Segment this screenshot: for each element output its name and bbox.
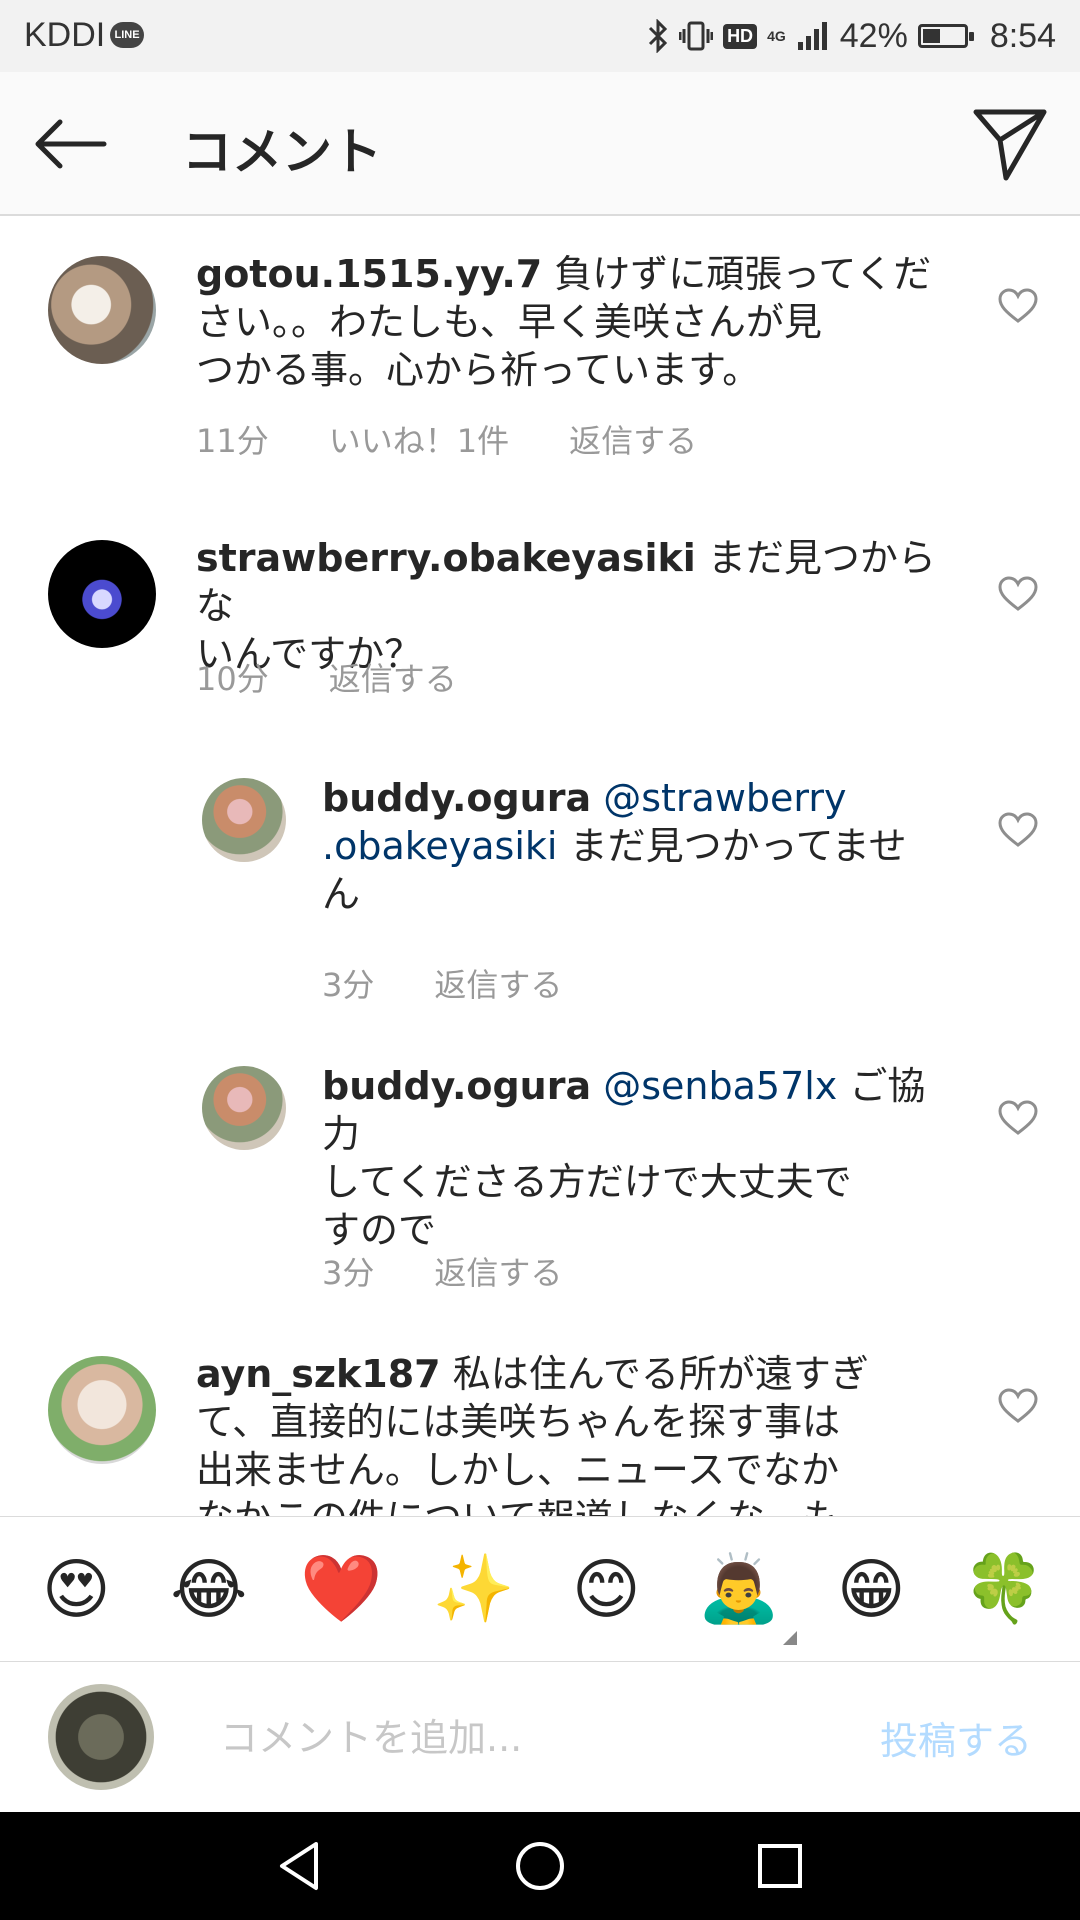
emoji-sparkles-button[interactable]: ✨ xyxy=(424,1539,524,1639)
nav-recents-icon[interactable] xyxy=(750,1836,810,1896)
comment-text: buddy.ogura @strawberry .obakeyasiki まだ見… xyxy=(322,776,907,916)
reply-button[interactable]: 返信する xyxy=(569,416,697,462)
comment-username[interactable]: buddy.ogura xyxy=(322,1064,591,1108)
paper-plane-icon xyxy=(973,109,1047,181)
user-avatar[interactable] xyxy=(202,1066,286,1150)
heart-icon[interactable] xyxy=(998,1100,1038,1136)
back-button[interactable] xyxy=(30,112,110,176)
mention-link[interactable]: @strawberry xyxy=(603,776,846,820)
vibrate-icon xyxy=(679,19,714,53)
heart-icon[interactable] xyxy=(998,576,1038,612)
likes-count-link[interactable]: いいね！1件 xyxy=(329,416,509,462)
network-type-badge: 4G xyxy=(767,28,786,44)
emoji-bowing-man-button[interactable]: 🙇‍♂️ xyxy=(689,1539,797,1645)
heart-icon[interactable] xyxy=(998,288,1038,324)
emoji-four-leaf-clover-button[interactable]: 🍀 xyxy=(954,1539,1054,1639)
mention-link[interactable]: .obakeyasiki xyxy=(322,824,557,868)
comments-list[interactable]: gotou.1515.yy.7 負けずに頑張ってくだ さい。。わたしも、早く美咲… xyxy=(0,216,1080,1516)
comment-meta: 3分 返信する xyxy=(322,960,562,1006)
comment-time: 3分 xyxy=(322,1254,375,1292)
system-nav-bar xyxy=(0,1812,1080,1920)
user-avatar[interactable] xyxy=(202,778,286,862)
app-header: コメント xyxy=(0,72,1080,216)
emoji-grinning-button[interactable]: 😁 xyxy=(821,1539,921,1639)
emoji-smiling-face-button[interactable]: 😊 xyxy=(556,1539,656,1639)
page-title: コメント xyxy=(182,123,382,181)
comment-username[interactable]: gotou.1515.yy.7 xyxy=(196,252,542,296)
user-avatar[interactable] xyxy=(48,540,156,648)
share-button[interactable] xyxy=(970,104,1050,184)
reply-button[interactable]: 返信する xyxy=(434,1248,562,1294)
comment-meta: 11分 いいね！1件 返信する xyxy=(196,416,697,462)
carrier-label: KDDI xyxy=(24,16,106,54)
comment-time: 3分 xyxy=(322,966,375,1004)
reply-button[interactable]: 返信する xyxy=(329,654,457,700)
bluetooth-icon xyxy=(647,19,669,53)
user-avatar[interactable] xyxy=(48,256,156,364)
signal-icon xyxy=(796,20,830,52)
comment-input[interactable] xyxy=(218,1702,822,1774)
reply-button[interactable]: 返信する xyxy=(434,960,562,1006)
comment-composer: 投稿する xyxy=(0,1662,1080,1812)
battery-percent: 42% xyxy=(839,16,908,55)
status-bar: KDDI LINE HD 4G 42% 8:54 xyxy=(0,0,1080,72)
emoji-heart-eyes-button[interactable]: 😍 xyxy=(26,1539,126,1639)
clock: 8:54 xyxy=(989,16,1056,55)
emoji-tears-of-joy-button[interactable]: 😂 xyxy=(159,1539,259,1639)
skin-tone-indicator-icon xyxy=(782,1631,797,1645)
hd-voice-badge: HD xyxy=(723,23,758,49)
comment-username[interactable]: strawberry.obakeyasiki xyxy=(196,536,696,580)
post-button[interactable]: 投稿する xyxy=(880,1710,1032,1765)
heart-icon[interactable] xyxy=(998,812,1038,848)
line-app-icon: LINE xyxy=(110,22,144,48)
user-avatar[interactable] xyxy=(48,1356,156,1464)
battery-icon xyxy=(917,24,974,48)
mention-link[interactable]: @senba57lx xyxy=(603,1064,837,1108)
comment-meta: 3分 返信する xyxy=(322,1248,562,1294)
emoji-bar: 😍 😂 ❤️ ✨ 😊 🙇‍♂️ 😁 🍀 xyxy=(0,1516,1080,1662)
nav-home-icon[interactable] xyxy=(510,1836,570,1896)
heart-icon[interactable] xyxy=(998,1388,1038,1424)
arrow-left-icon xyxy=(35,119,107,169)
comment-meta: 10分 返信する xyxy=(196,654,457,700)
emoji-red-heart-button[interactable]: ❤️ xyxy=(291,1539,391,1639)
comment-time: 10分 xyxy=(196,660,269,698)
comment-time: 11分 xyxy=(196,422,269,460)
comment-text: gotou.1515.yy.7 負けずに頑張ってくだ さい。。わたしも、早く美咲… xyxy=(196,252,932,392)
comment-username[interactable]: buddy.ogura xyxy=(322,776,591,820)
comment-text: ayn_szk187 私は住んでる所が遠すぎ て、直接的には美咲ちゃんを探す事は… xyxy=(196,1352,869,1516)
comment-text: buddy.ogura @senba57lx ご協力 してくださる方だけで大丈夫… xyxy=(322,1064,926,1252)
comment-username[interactable]: ayn_szk187 xyxy=(196,1352,441,1396)
my-avatar[interactable] xyxy=(48,1684,154,1790)
nav-back-icon[interactable] xyxy=(270,1836,330,1896)
